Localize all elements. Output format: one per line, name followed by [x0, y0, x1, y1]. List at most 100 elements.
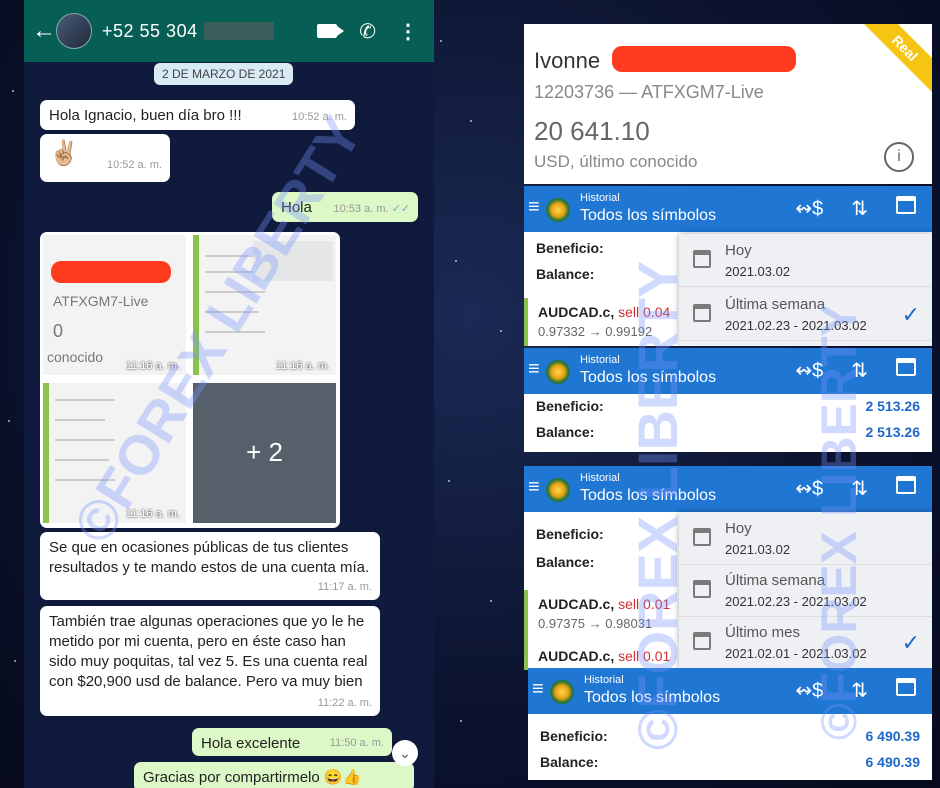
date-chip: 2 DE MARZO DE 2021	[154, 63, 294, 85]
app-logo-icon	[546, 478, 570, 502]
thumb-caption: conocido	[47, 349, 104, 365]
history-panel-4: ≡ Historial Todos los símbolos ↭$ ⇅ Bene…	[528, 668, 932, 780]
beneficio-label: Beneficio:	[536, 398, 604, 414]
thumb-account: ATFXGM7-Live	[53, 293, 149, 309]
trade-symbol: AUDCAD.c,	[538, 596, 615, 612]
menu-icon[interactable]: ≡	[528, 196, 540, 219]
calendar-icon[interactable]	[896, 196, 916, 214]
calendar-icon	[693, 250, 711, 268]
history-panel-1: ≡ Historial Todos los símbolos ↭$ ⇅ Bene…	[524, 186, 932, 346]
period-last-week[interactable]: Última semana 2021.02.23 - 2021.03.02 ✓	[679, 288, 932, 341]
redacted-number	[203, 22, 274, 40]
avatar[interactable]	[56, 13, 92, 49]
period-popup: Hoy 2021.03.02 Última semana 2021.02.23 …	[679, 234, 932, 346]
beneficio-label: Beneficio:	[536, 526, 604, 542]
period-last-week[interactable]: Última semana 2021.02.23 - 2021.03.02	[679, 564, 932, 617]
period-last-month[interactable]: Último mes 2021.02.01 - 2021.03.02 ✓	[679, 616, 932, 669]
phone-icon[interactable]: ✆	[359, 19, 376, 44]
redaction	[51, 261, 171, 283]
scroll-down-icon[interactable]: ⌄	[392, 740, 418, 766]
account-card: Ivonne 12203736 — ATFXGM7-Live 20 641.10…	[524, 24, 932, 184]
history-panel-2: ≡ Historial Todos los símbolos ↭$ ⇅ Bene…	[524, 348, 932, 452]
watermark: ©FOREX LIBERTY	[811, 303, 867, 740]
thumb-time: 11:16 a. m.	[275, 360, 330, 372]
trade-symbol: AUDCAD.c,	[538, 648, 615, 664]
sort-icon[interactable]: ⇅	[851, 196, 868, 221]
chat-header: ← +52 55 304 ✆ ⋮	[24, 0, 434, 62]
message-time: 11:50 a. m.	[329, 737, 384, 749]
balance-value: 2 513.26	[865, 424, 921, 440]
contact-name[interactable]: +52 55 304	[102, 21, 198, 42]
period-date: 2021.03.02	[725, 264, 791, 279]
calendar-icon[interactable]	[896, 678, 916, 696]
real-badge: Real	[857, 24, 932, 96]
currency-filter-icon[interactable]: ↭$	[795, 196, 823, 221]
gallery-more-thumb[interactable]: + 2	[193, 383, 336, 523]
balance-label: Balance:	[536, 424, 595, 440]
account-name: Ivonne	[534, 48, 601, 73]
balance-label: Balance:	[536, 554, 595, 570]
more-options-icon[interactable]: ⋮	[398, 19, 418, 44]
calendar-icon	[693, 580, 711, 598]
trade-symbol: AUDCAD.c,	[538, 304, 615, 320]
check-icon: ✓	[901, 630, 920, 655]
balance-label: Balance:	[540, 754, 599, 770]
message-text: ✌🏼	[49, 140, 79, 167]
check-icon: ✓	[901, 302, 920, 327]
message-bubble-outgoing[interactable]: Hola excelente 11:50 a. m.	[192, 728, 392, 756]
beneficio-value: 6 490.39	[865, 728, 921, 744]
history-panel-3: ≡ Historial Todos los símbolos ↭$ ⇅ Bene…	[524, 466, 932, 670]
app-logo-icon	[546, 198, 570, 222]
header-subtitle: Historial	[584, 674, 624, 686]
menu-icon[interactable]: ≡	[532, 678, 544, 701]
calendar-icon[interactable]	[896, 358, 916, 376]
video-call-icon[interactable]	[317, 24, 345, 38]
beneficio-label: Beneficio:	[540, 728, 608, 744]
redaction	[612, 46, 796, 72]
period-today[interactable]: Hoy 2021.03.02	[679, 512, 932, 565]
app-logo-icon	[550, 680, 574, 704]
beneficio-label: Beneficio:	[536, 240, 604, 256]
app-logo-icon	[546, 360, 570, 384]
watermark: ©FOREX LIBERTY	[626, 260, 689, 750]
message-text: Hola Ignacio, buen día bro !!!	[49, 107, 242, 124]
whatsapp-chat: ← +52 55 304 ✆ ⋮ 2 DE MARZO DE 2021 Hola…	[24, 0, 434, 788]
account-currency: USD, último conocido	[534, 152, 698, 171]
period-popup: Hoy 2021.03.02 Última semana 2021.02.23 …	[679, 512, 932, 670]
message-time: 11:22 a. m.	[317, 697, 372, 709]
history-header: ≡ Historial Todos los símbolos ↭$ ⇅	[524, 466, 932, 512]
back-arrow-icon[interactable]: ←	[32, 17, 56, 45]
period-label: Hoy	[725, 242, 752, 259]
account-balance: 20 641.10	[534, 116, 650, 146]
history-header: ≡ Historial Todos los símbolos ↭$ ⇅	[524, 186, 932, 232]
message-text: Hola excelente	[201, 735, 301, 752]
message-bubble[interactable]: Se que en ocasiones públicas de tus clie…	[40, 532, 380, 600]
header-subtitle: Historial	[580, 472, 620, 484]
header-subtitle: Historial	[580, 354, 620, 366]
message-bubble-outgoing[interactable]: Gracias por compartirmelo 😄👍	[134, 762, 414, 788]
history-header: ≡ Historial Todos los símbolos ↭$ ⇅	[524, 348, 932, 394]
message-time: 10:53 a. m.	[333, 203, 389, 215]
info-icon[interactable]: i	[884, 142, 914, 172]
more-images-count: + 2	[246, 437, 283, 467]
period-today[interactable]: Hoy 2021.03.02	[679, 234, 932, 287]
message-text: Gracias por compartirmelo 😄👍	[143, 769, 362, 786]
menu-icon[interactable]: ≡	[528, 358, 540, 381]
thumb-value: 0	[53, 321, 64, 341]
message-bubble[interactable]: También trae algunas operaciones que yo …	[40, 606, 380, 716]
calendar-icon[interactable]	[896, 476, 916, 494]
header-title[interactable]: Todos los símbolos	[580, 207, 716, 225]
history-header: ≡ Historial Todos los símbolos ↭$ ⇅	[528, 668, 932, 714]
calendar-icon	[693, 528, 711, 546]
calendar-icon	[693, 632, 711, 650]
calendar-icon	[693, 304, 711, 322]
message-bubble[interactable]: ✌🏼 10:52 a. m.	[40, 134, 170, 182]
period-label: Hoy	[725, 520, 752, 537]
message-text: Se que en ocasiones públicas de tus clie…	[49, 539, 370, 576]
message-time: 10:52 a. m.	[106, 159, 162, 171]
menu-icon[interactable]: ≡	[528, 476, 540, 499]
header-subtitle: Historial	[580, 192, 620, 204]
balance-value: 6 490.39	[865, 754, 921, 770]
beneficio-value: 2 513.26	[865, 398, 921, 414]
read-ticks-icon: ✓✓	[391, 203, 410, 215]
